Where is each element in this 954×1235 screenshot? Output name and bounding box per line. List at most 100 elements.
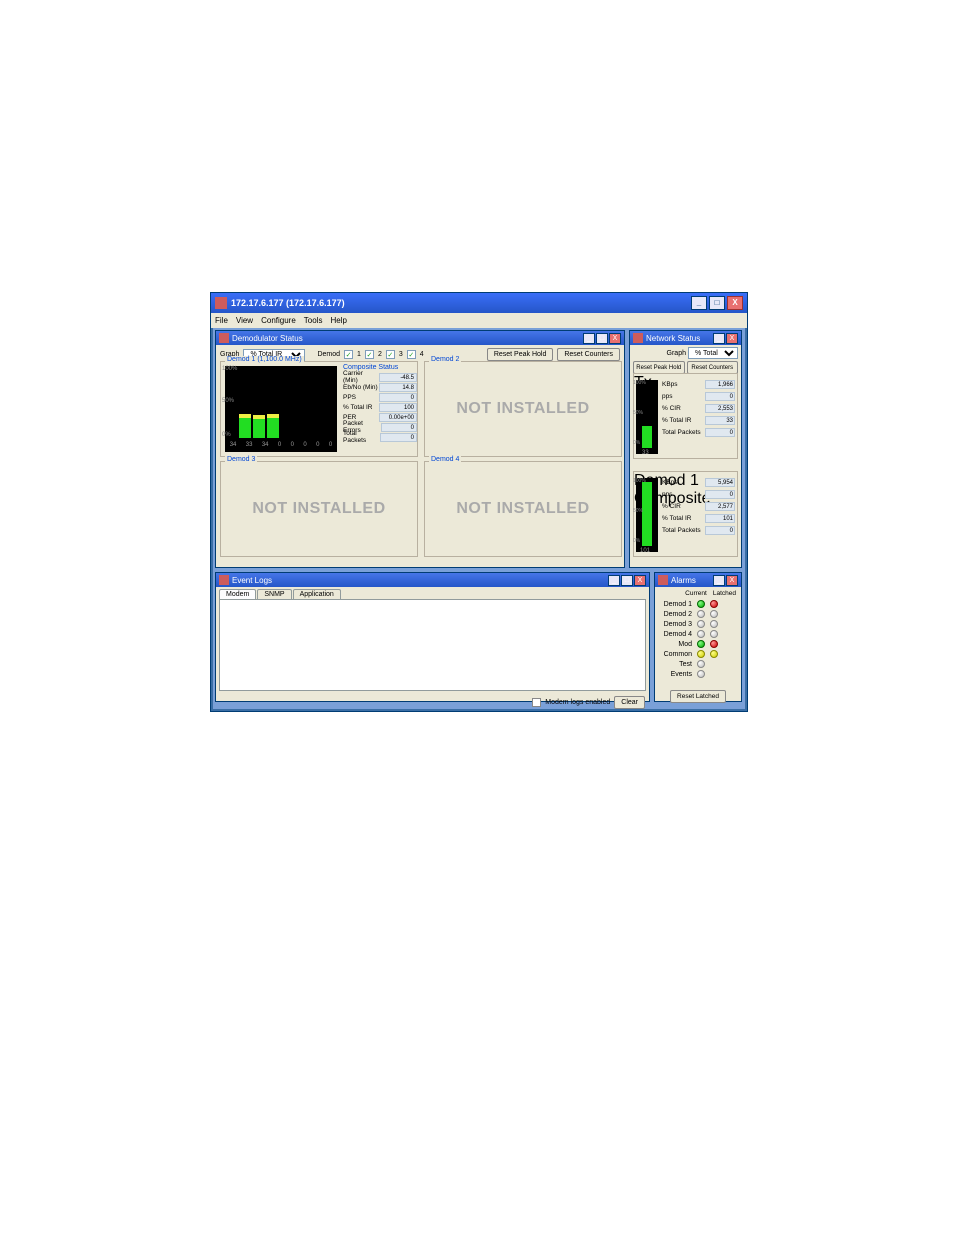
alm-panel-titlebar[interactable]: Alarms _ X	[655, 573, 741, 587]
net-graph-select[interactable]: % Total IR	[688, 347, 738, 359]
demod1-composite-fieldset: Demod 1 Composite 101 100% 50% 0% KBps5,…	[633, 471, 738, 557]
ylab-50: 50%	[222, 398, 234, 404]
demod-panel-title: Demodulator Status	[232, 334, 303, 343]
demodulator-status-panel: Demodulator Status _ □ X Graph % Total I…	[215, 330, 625, 568]
alarm-label: Demod 3	[660, 621, 692, 628]
cs-k-0: Carrier (Min)	[343, 370, 379, 384]
demod-2-fieldset: Demod 2 NOT INSTALLED	[424, 361, 622, 457]
reset-counters-button[interactable]: Reset Counters	[557, 348, 620, 361]
demod-panel-titlebar[interactable]: Demodulator Status _ □ X	[216, 331, 624, 345]
panel-icon	[658, 575, 668, 585]
alarm-row: Demod 1	[660, 599, 736, 609]
panel-minimize[interactable]: _	[713, 333, 725, 344]
panel-icon	[219, 333, 229, 343]
close-button[interactable]: X	[727, 296, 743, 310]
alarm-row: Common	[660, 649, 736, 659]
composite-status: Composite Status Carrier (Min)-48.5 Eb/N…	[343, 364, 417, 442]
demod-check-4[interactable]: ✓	[407, 350, 416, 359]
panel-maximize[interactable]: □	[596, 333, 608, 344]
alarm-row: Demod 3	[660, 619, 736, 629]
ylab-100: 100%	[222, 366, 237, 372]
alarm-label: Demod 4	[660, 631, 692, 638]
menu-configure[interactable]: Configure	[261, 316, 296, 325]
d1c-chart: 101 100% 50% 0%	[636, 478, 658, 552]
log-body[interactable]	[219, 599, 646, 691]
cb-label-1: 1	[357, 351, 361, 358]
cb-label-2: 2	[378, 351, 382, 358]
evt-panel-title: Event Logs	[232, 576, 272, 585]
panel-minimize[interactable]: _	[713, 575, 725, 586]
tx-stats: KBps1,966 pps0 % CIR2,553 % Total IR33 T…	[662, 378, 735, 438]
evt-panel-titlebar[interactable]: Event Logs _ □ X	[216, 573, 649, 587]
menu-file[interactable]: File	[215, 316, 228, 325]
demod-1-legend: Demod 1 (1,100.0 MHz)	[225, 356, 304, 363]
cb-label-3: 3	[399, 351, 403, 358]
tx-chart: 33 100% 50% 0%	[636, 380, 658, 454]
titlebar[interactable]: 172.17.6.177 (172.17.6.177) _ □ X	[211, 293, 747, 313]
cs-v-5: 0	[381, 423, 417, 432]
panel-maximize[interactable]: □	[621, 575, 633, 586]
panel-close[interactable]: X	[726, 575, 738, 586]
led-current	[697, 610, 705, 618]
alarm-label: Demod 1	[660, 601, 692, 608]
demod-4-fieldset: Demod 4 NOT INSTALLED	[424, 461, 622, 557]
app-icon	[215, 297, 227, 309]
panel-close[interactable]: X	[609, 333, 621, 344]
cs-v-6: 0	[380, 433, 417, 442]
evt-tabs: Modem SNMP Application	[216, 587, 649, 599]
alarm-row: Events	[660, 669, 736, 679]
clear-button[interactable]: Clear	[614, 696, 645, 709]
cs-v-3: 100	[379, 403, 417, 412]
demod-check-3[interactable]: ✓	[386, 350, 395, 359]
reset-peak-hold-button[interactable]: Reset Peak Hold	[487, 348, 554, 361]
minimize-button[interactable]: _	[691, 296, 707, 310]
cs-v-0: -48.5	[379, 373, 417, 382]
ylab-0: 0%	[222, 432, 231, 438]
cs-k-3: % Total IR	[343, 404, 373, 411]
menu-tools[interactable]: Tools	[304, 316, 323, 325]
menubar: File View Configure Tools Help	[211, 313, 747, 328]
net-panel-title: Network Status	[646, 334, 700, 343]
tab-snmp[interactable]: SNMP	[257, 589, 291, 599]
panel-close[interactable]: X	[634, 575, 646, 586]
demod-check-2[interactable]: ✓	[365, 350, 374, 359]
net-panel-titlebar[interactable]: Network Status _ X	[630, 331, 741, 345]
alarm-label: Demod 2	[660, 611, 692, 618]
modem-logs-checkbox[interactable]	[532, 698, 541, 707]
content-area: Demodulator Status _ □ X Graph % Total I…	[213, 328, 745, 709]
menu-view[interactable]: View	[236, 316, 253, 325]
panel-minimize[interactable]: _	[608, 575, 620, 586]
led-current	[697, 660, 705, 668]
alarm-row: Mod	[660, 639, 736, 649]
demod-3-fieldset: Demod 3 NOT INSTALLED	[220, 461, 418, 557]
demod-check-1[interactable]: ✓	[344, 350, 353, 359]
led-latched	[710, 650, 718, 658]
modem-logs-label: Modem logs enabled	[545, 699, 610, 706]
d1c-stats: KBps5,954 pps0 % CIR2,577 % Total IR101 …	[662, 476, 735, 536]
led-latched	[710, 640, 718, 648]
cs-v-1: 14.8	[379, 383, 417, 392]
led-current	[697, 620, 705, 628]
alarm-row: Demod 2	[660, 609, 736, 619]
alarm-label: Common	[660, 651, 692, 658]
demod-1-chart: 100% 50% 0% 3433 340 00 00	[225, 366, 337, 452]
led-latched	[710, 630, 718, 638]
panel-close[interactable]: X	[726, 333, 738, 344]
led-current	[697, 640, 705, 648]
cs-k-1: Eb/No (Min)	[343, 384, 378, 391]
alarm-row: Test	[660, 659, 736, 669]
menu-help[interactable]: Help	[330, 316, 346, 325]
led-latched	[710, 600, 718, 608]
led-current	[697, 630, 705, 638]
panel-icon	[633, 333, 643, 343]
tx-fieldset: Tx 33 100% 50% 0% KBps1,966 pps0 % CIR2,…	[633, 373, 738, 459]
alm-hdr-current: Current	[685, 590, 707, 597]
reset-latched-button[interactable]: Reset Latched	[670, 690, 726, 703]
tab-modem[interactable]: Modem	[219, 589, 256, 599]
cs-v-2: 0	[379, 393, 417, 402]
panel-minimize[interactable]: _	[583, 333, 595, 344]
demod-1-xaxis: 3433 340 00 00	[225, 442, 337, 448]
tab-application[interactable]: Application	[293, 589, 341, 599]
alarms-panel: Alarms _ X Current Latched Demod 1 Demod…	[654, 572, 742, 702]
maximize-button[interactable]: □	[709, 296, 725, 310]
